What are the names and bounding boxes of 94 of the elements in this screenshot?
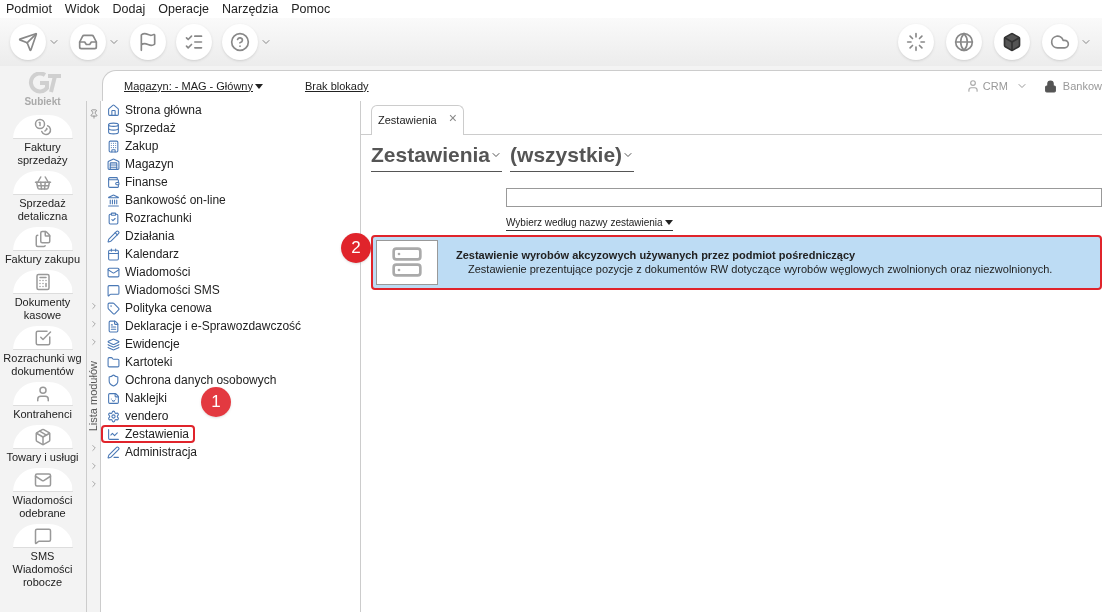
pencil-icon [107,229,120,243]
wallet-icon [107,175,120,189]
module-item[interactable]: Naklejki [103,389,171,407]
send-icon [18,32,38,52]
module-item[interactable]: Ewidencje [103,335,184,353]
module-item[interactable]: Wiadomości [103,263,195,281]
module-item[interactable]: Bankowość on-line [103,191,230,209]
layers-icon [107,337,120,351]
nav-item[interactable]: Sprzedaż detaliczna [0,197,85,223]
module-item[interactable]: vendero [103,407,173,425]
close-icon[interactable]: × [448,108,457,129]
report-description: Zestawienie prezentujące pozycje z dokumentów RW dotyczące wyrobów węglowych zwolnionych oraz niezwolnionych. [467,262,1053,276]
cash-register-icon[interactable] [33,272,52,291]
cube-icon [1002,32,1022,52]
module-item[interactable]: Administracja [103,443,202,461]
menu-item[interactable]: Operacje [158,0,209,19]
checklist-icon [184,32,204,52]
module-list-label[interactable]: Lista modułów [85,361,102,432]
coins-icon[interactable] [33,117,52,136]
inbox-icon [78,32,98,52]
folder-icon [107,355,120,369]
warehouse-dropdown[interactable]: Magazyn: - MAG - Główny [124,77,263,95]
caret-icon[interactable] [664,219,673,225]
loader-icon [906,32,926,52]
menu-item[interactable]: Podmiot [6,0,52,19]
module-item[interactable]: Sprzedaż [103,119,180,137]
gear-icon [107,409,120,423]
nav-item[interactable]: Faktury sprzedaży [0,141,85,167]
warehouse-icon [107,157,120,171]
bank-icon [107,193,120,207]
search-mode-dropdown[interactable]: Wybierz według nazwy zestawienia [506,214,673,231]
module-item[interactable]: Ochrona danych osobowych [103,371,281,389]
nav-item[interactable]: Dokumenty kasowe [0,296,85,322]
sms-icon [107,283,120,297]
envelope-icon [107,265,120,279]
callout-badge: 2 [341,233,371,263]
documents-icon[interactable] [33,229,52,248]
pin-icon[interactable] [88,109,99,119]
nav-item[interactable]: Towary i usługi [5,451,80,464]
sticker-icon [107,391,120,405]
box-icon[interactable] [33,427,52,446]
checkmark-icon[interactable] [33,328,52,347]
nav-item[interactable]: SMS Wiadomości robocze [0,550,85,589]
building-icon [107,139,120,153]
person-icon[interactable] [965,79,980,93]
basket-icon[interactable] [33,173,52,192]
nav-item[interactable]: Rozrachunki wg dokumentów [0,352,85,378]
toolbar-button[interactable] [994,24,1030,60]
shield-icon [107,373,120,387]
module-item[interactable]: Działania [103,227,179,245]
report-title: Zestawienie wyrobów akcyzowych używanych przez podmiot pośredniczący [456,248,857,262]
report-thumbnail [376,239,438,285]
module-item[interactable]: Rozrachunki [103,209,196,227]
nav-item[interactable]: Kontrahenci [12,408,73,421]
envelope-icon[interactable] [33,470,52,489]
nav-item[interactable]: Faktury zakupu [3,253,82,266]
lock-icon[interactable] [1043,79,1057,93]
logo-text: Subiekt [24,95,61,109]
module-item[interactable]: Polityka cenowa [103,299,216,317]
module-item[interactable]: Magazyn [103,155,178,173]
globe-icon [954,32,974,52]
callout-badge: 1 [201,387,231,417]
menu-item[interactable]: Narzędzia [222,0,279,19]
flag-icon [138,32,158,52]
menu-item[interactable]: Dodaj [112,0,146,19]
module-item[interactable]: Wiadomości SMS [103,281,224,299]
home-icon [107,103,120,117]
sms-icon[interactable] [33,526,52,545]
report-row[interactable]: Zestawienie wyrobów akcyzowych używanych przez podmiot pośredniczący Zestawienie prezentujące pozycje z dokumentów RW dotyczące wyrobów węglowych zwolnionych oraz niezwolnionych. [371,234,1102,290]
tag-icon [107,301,120,315]
category-dropdown[interactable]: Zestawienia [371,139,503,172]
group-dropdown[interactable]: (wszystkie) [510,139,635,172]
database-icon [107,121,120,135]
checklist-icon [107,211,120,225]
edit-icon [107,445,120,459]
menu-item[interactable]: Widok [64,0,100,19]
nav-item[interactable]: Wiadomości odebrane [0,494,85,520]
module-item[interactable]: Deklaracje i e-Sprawozdawczość [103,317,306,335]
module-item[interactable]: Strona główna [103,101,206,119]
caret-icon[interactable] [255,83,263,89]
module-item[interactable]: Kartoteki [103,353,177,371]
document-icon [107,319,120,333]
help-icon [230,32,250,52]
module-item[interactable]: Finanse [103,173,172,191]
cloud-icon [1050,32,1070,52]
module-item[interactable]: Kalendarz [103,245,184,263]
lock-status-link[interactable]: Brak blokady [305,77,369,95]
module-item[interactable]: Zestawienia [101,425,196,443]
menu-item[interactable]: Pomoc [291,0,331,19]
chart-icon [107,427,120,441]
calendar-icon [107,247,120,261]
module-item[interactable]: Zakup [103,137,163,155]
tab[interactable]: Zestawienia × [371,105,464,135]
search-field[interactable] [506,188,1102,207]
